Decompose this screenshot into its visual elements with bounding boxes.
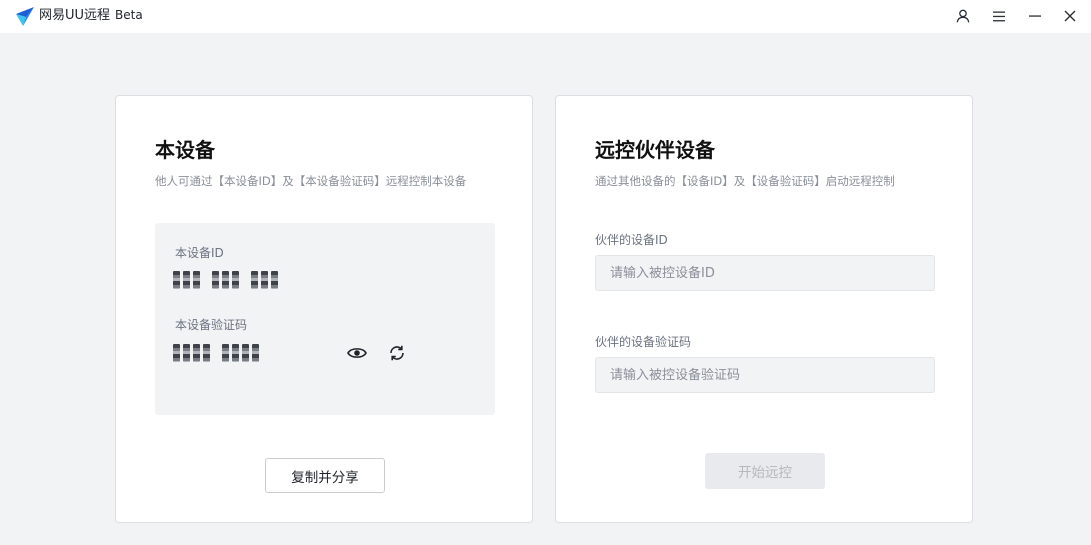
app-logo-icon xyxy=(16,7,34,26)
show-code-button[interactable] xyxy=(346,342,368,364)
partner-code-input[interactable] xyxy=(595,357,935,393)
device-id-label: 本设备ID xyxy=(175,246,224,260)
partner-device-title: 远控伙伴设备 xyxy=(595,138,715,162)
this-device-title: 本设备 xyxy=(155,138,215,162)
device-id-value-masked xyxy=(173,270,278,290)
refresh-code-button[interactable] xyxy=(386,342,408,364)
partner-device-subtitle: 通过其他设备的【设备ID】及【设备验证码】启动远程控制 xyxy=(595,174,895,188)
refresh-icon xyxy=(390,345,404,361)
close-button[interactable] xyxy=(1059,5,1081,27)
user-icon xyxy=(956,9,970,23)
user-account-button[interactable] xyxy=(952,5,974,27)
beta-badge: Beta xyxy=(115,8,143,22)
start-remote-control-button[interactable]: 开始远控 xyxy=(705,453,825,489)
close-icon xyxy=(1064,10,1076,22)
this-device-subtitle: 他人可通过【本设备ID】及【本设备验证码】远程控制本设备 xyxy=(155,174,467,188)
verification-code-label: 本设备验证码 xyxy=(175,318,248,332)
this-device-card: 本设备 他人可通过【本设备ID】及【本设备验证码】远程控制本设备 本设备ID 本… xyxy=(115,95,533,523)
menu-button[interactable] xyxy=(988,5,1010,27)
app-name: 网易UU远程 xyxy=(39,8,111,23)
app-title: 网易UU远程 Beta xyxy=(39,7,143,24)
partner-id-input[interactable] xyxy=(595,255,935,291)
title-bar: 网易UU远程 Beta xyxy=(0,0,1091,33)
partner-id-label: 伙伴的设备ID xyxy=(595,233,668,247)
device-info-panel: 本设备ID 本设备验证码 xyxy=(155,223,495,415)
eye-icon xyxy=(347,348,367,358)
verification-code-value-masked xyxy=(173,343,259,363)
menu-icon xyxy=(993,11,1005,21)
minimize-button[interactable] xyxy=(1024,5,1046,27)
partner-device-card: 远控伙伴设备 通过其他设备的【设备ID】及【设备验证码】启动远程控制 伙伴的设备… xyxy=(555,95,973,523)
minimize-icon xyxy=(1029,15,1041,17)
copy-and-share-button[interactable]: 复制并分享 xyxy=(265,458,385,493)
partner-code-label: 伙伴的设备验证码 xyxy=(595,335,692,349)
